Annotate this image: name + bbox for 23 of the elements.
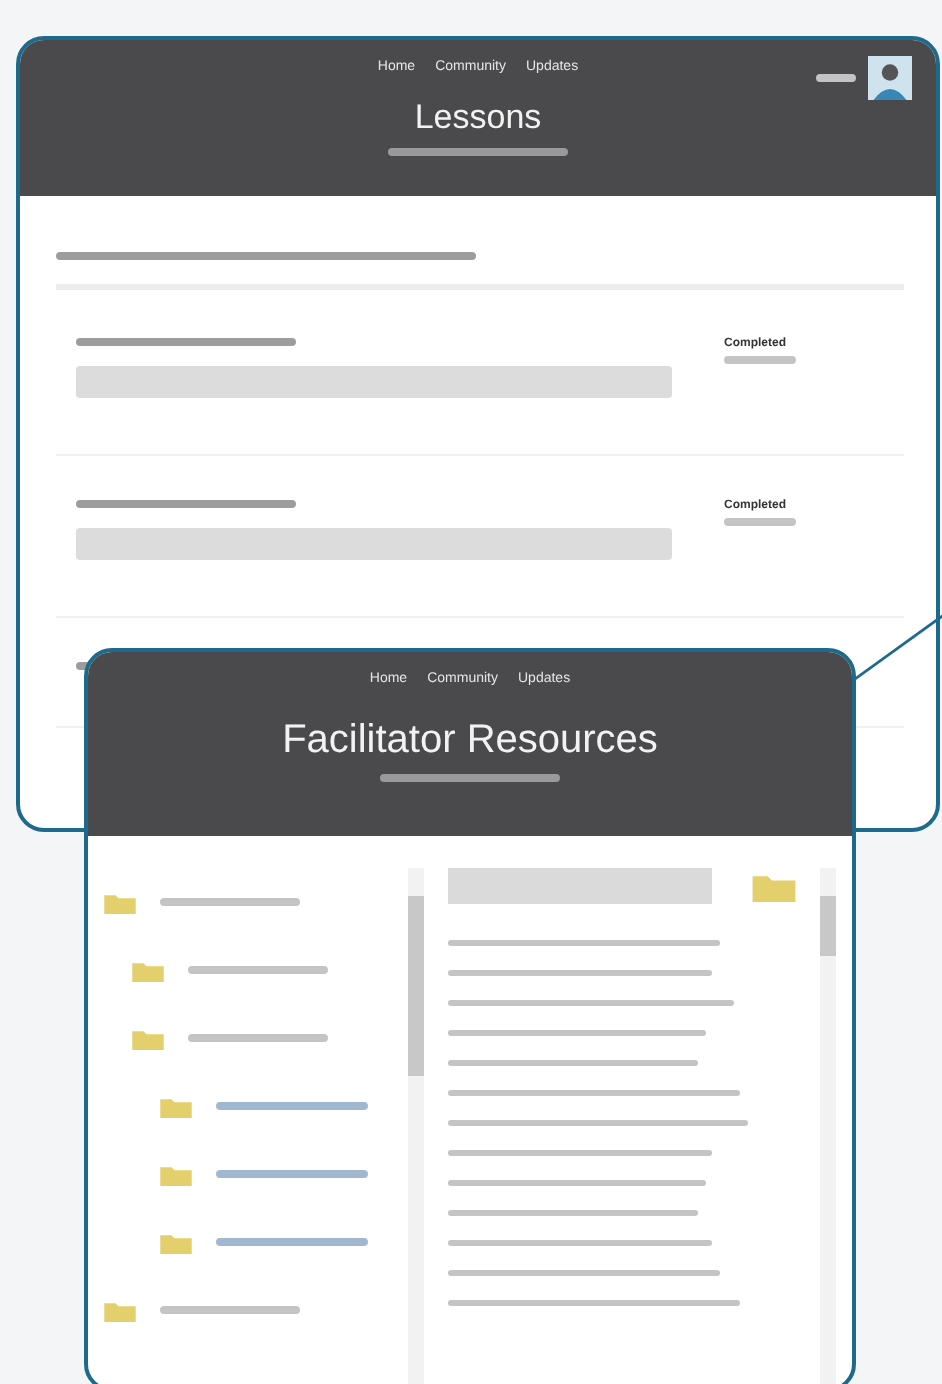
folder-icon[interactable] — [160, 1231, 192, 1253]
folder-icon[interactable] — [160, 1163, 192, 1185]
illegible-text-line — [816, 74, 856, 82]
folder-icon[interactable] — [132, 959, 164, 981]
scrollbar[interactable] — [820, 868, 836, 1384]
folder-icon[interactable] — [752, 871, 796, 901]
page-title: Lessons — [414, 98, 542, 138]
illegible-text-line — [160, 1306, 300, 1314]
illegible-text-line — [724, 518, 796, 526]
folder-icon[interactable] — [104, 891, 136, 913]
illegible-link-line[interactable] — [216, 1238, 368, 1246]
scrollbar[interactable] — [408, 868, 424, 1384]
illegible-link-line[interactable] — [216, 1102, 368, 1110]
illegible-text-line — [188, 966, 328, 974]
avatar-icon[interactable] — [868, 56, 912, 100]
folder-icon[interactable] — [160, 1095, 192, 1117]
page-title: Facilitator Resources — [282, 718, 658, 764]
illegible-text-line — [724, 356, 796, 364]
folder-icon[interactable] — [104, 1299, 136, 1321]
illegible-link-line[interactable] — [216, 1170, 368, 1178]
illegible-text-line — [160, 898, 300, 906]
folder-icon[interactable] — [132, 1027, 164, 1049]
illegible-text-line — [188, 1034, 328, 1042]
